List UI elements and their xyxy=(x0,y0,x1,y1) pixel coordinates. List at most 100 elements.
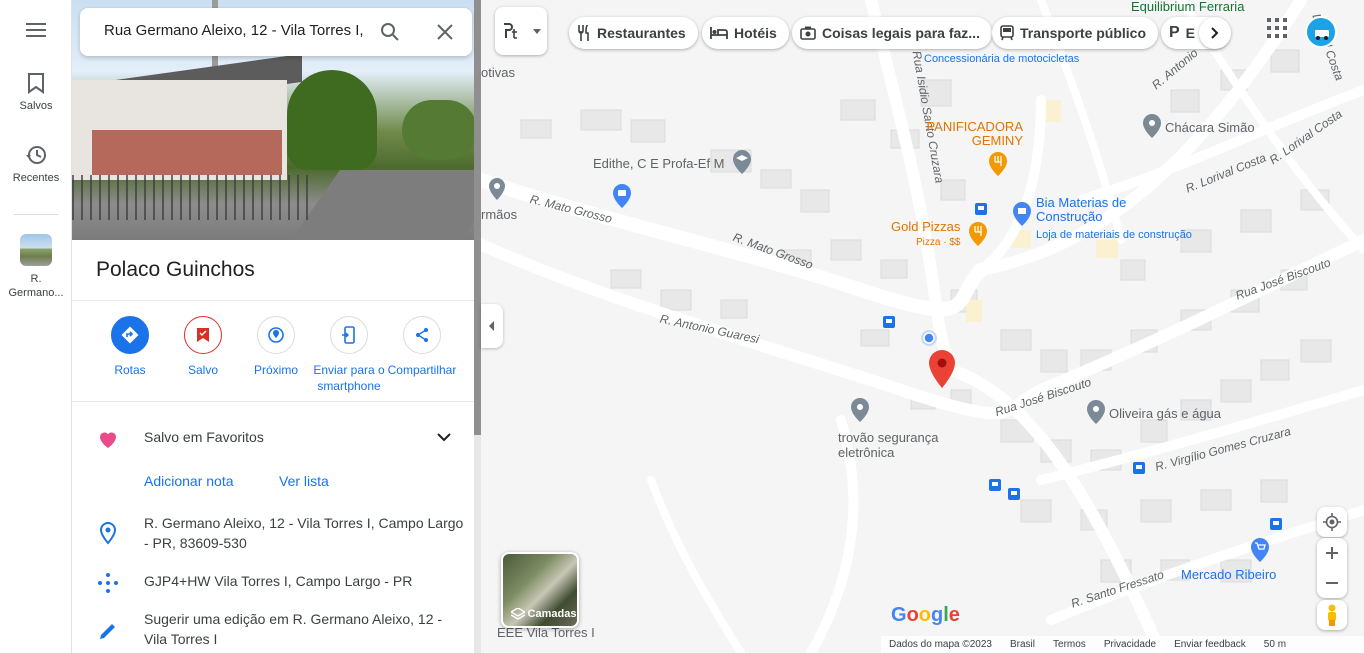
poi-pin-icon[interactable] xyxy=(851,398,869,422)
bus-stop-icon[interactable] xyxy=(975,203,987,215)
restaurant-pin-icon[interactable] xyxy=(969,222,987,246)
zoom-in-icon[interactable] xyxy=(1325,546,1339,560)
poi-pin-icon[interactable] xyxy=(1087,400,1105,424)
chip-restaurants[interactable]: Restaurantes xyxy=(569,17,698,49)
close-icon[interactable] xyxy=(433,20,457,44)
divider xyxy=(72,401,474,402)
poi-trovao[interactable]: trovão segurança eletrônica xyxy=(838,430,958,460)
chip-hotels[interactable]: Hotéis xyxy=(702,17,789,49)
chip-transit[interactable]: Transporte público xyxy=(992,17,1159,49)
search-input[interactable] xyxy=(104,22,364,39)
address-text: R. Germano Aleixo, 12 - Vila Torres I, C… xyxy=(144,515,464,551)
poi-mercado[interactable]: Mercado Ribeiro xyxy=(1181,568,1276,582)
nearby-button[interactable]: Próximo xyxy=(238,316,314,378)
shop-pin-icon[interactable] xyxy=(1013,202,1031,226)
grocery-pin-icon[interactable] xyxy=(1251,538,1269,562)
poi-bia[interactable]: Bia Materias de Construção xyxy=(1036,196,1156,224)
bus-stop-icon[interactable] xyxy=(989,479,1001,491)
location-pin-icon xyxy=(99,521,117,545)
poi-pin-icon[interactable] xyxy=(489,178,505,200)
poi-fragment: otivas xyxy=(481,65,515,80)
share-icon xyxy=(416,328,428,342)
terms-link[interactable]: Termos xyxy=(1053,639,1086,650)
poi-edithe[interactable]: Edithe, C E Profa-Ef M xyxy=(593,157,725,171)
send-to-phone-button[interactable]: Enviar para o smartphone xyxy=(311,316,387,394)
left-rail: Salvos Recentes R. Germano... xyxy=(0,0,72,653)
privacy-link[interactable]: Privacidade xyxy=(1104,639,1156,650)
layers-button[interactable]: Camadas xyxy=(501,552,579,628)
chips-next-button[interactable] xyxy=(1199,17,1231,49)
poi-fragment: rmãos xyxy=(481,207,518,222)
bus-stop-icon[interactable] xyxy=(883,316,895,328)
view-list-link[interactable]: Ver lista xyxy=(279,473,329,489)
map-mode-button[interactable] xyxy=(495,7,547,55)
share-label: Compartilhar xyxy=(387,363,457,377)
add-note-link[interactable]: Adicionar nota xyxy=(144,473,234,489)
google-logo: Google xyxy=(891,604,960,626)
avatar[interactable] xyxy=(1305,16,1337,48)
school-pin-icon[interactable] xyxy=(733,150,751,174)
nearby-icon xyxy=(268,327,284,343)
poi-pin-icon[interactable] xyxy=(1143,114,1161,138)
save-label: Salvo xyxy=(187,363,219,377)
poi-panificadora[interactable]: PANIFICADORA GEMINY xyxy=(911,120,1023,148)
search-icon[interactable] xyxy=(378,20,402,44)
directions-icon xyxy=(121,326,139,344)
scale-label[interactable]: 50 m xyxy=(1264,639,1286,650)
selected-place-pin-icon[interactable] xyxy=(929,350,955,388)
bookmark-filled-icon xyxy=(197,328,209,342)
phone-icon xyxy=(342,326,355,344)
menu-icon xyxy=(26,23,46,37)
poi-oliveira[interactable]: Oliveira gás e água xyxy=(1109,407,1221,421)
recent-label: Recentes xyxy=(12,172,60,184)
poi-equilibrium[interactable]: Equilibrium Ferraria xyxy=(1131,0,1244,14)
chip-things-to-do[interactable]: Coisas legais para faz... xyxy=(792,17,992,49)
recent-place-thumbnail xyxy=(20,234,52,266)
recent-place-item[interactable]: R. Germano... xyxy=(0,234,72,300)
recent-button[interactable]: Recentes xyxy=(0,144,72,184)
parking-icon: P xyxy=(1169,24,1180,41)
chip-label: Transporte público xyxy=(1020,25,1147,41)
heart-icon xyxy=(100,432,116,448)
my-location-button[interactable] xyxy=(1317,507,1347,537)
poi-gold-pizzas[interactable]: Gold Pizzas xyxy=(891,220,960,234)
saved-list-label: Salvo em Favoritos xyxy=(144,429,264,445)
bus-stop-icon[interactable] xyxy=(1008,488,1020,500)
train-icon xyxy=(1000,25,1014,41)
poi-eee[interactable]: EEE Vila Torres I xyxy=(497,626,595,640)
region-link[interactable]: Brasil xyxy=(1010,639,1035,650)
restaurant-pin-icon[interactable] xyxy=(989,152,1007,176)
save-button[interactable]: Salvo xyxy=(165,316,241,378)
transit-mode-icon xyxy=(504,23,517,39)
share-button[interactable]: Compartilhar xyxy=(384,316,460,378)
chevron-right-icon xyxy=(1211,27,1219,39)
poi-moto-category: Concessionária de motocicletas xyxy=(924,53,1080,65)
chip-label: Restaurantes xyxy=(597,25,686,41)
saved-button[interactable]: Salvos xyxy=(0,72,72,112)
menu-button[interactable] xyxy=(0,22,72,44)
map-footer: Dados do mapa ©2023 Brasil Termos Privac… xyxy=(881,636,1364,653)
bed-icon xyxy=(710,27,728,39)
nearby-label: Próximo xyxy=(253,363,298,377)
directions-button[interactable]: Rotas xyxy=(92,316,168,378)
bus-stop-icon[interactable] xyxy=(1270,518,1282,530)
restaurant-icon xyxy=(578,25,589,41)
bus-stop-icon[interactable] xyxy=(1133,462,1145,474)
zoom-out-icon[interactable] xyxy=(1325,576,1339,590)
plus-code-icon xyxy=(98,573,118,593)
map-canvas[interactable]: R. Mato Grosso R. Mato Grosso R. Antonio… xyxy=(481,0,1364,653)
poi-bia-sub: Loja de materiais de construção xyxy=(1036,229,1192,241)
feedback-link[interactable]: Enviar feedback xyxy=(1174,639,1246,650)
chip-label: Coisas legais para faz... xyxy=(822,25,980,41)
history-icon xyxy=(26,146,46,164)
shopping-pin-icon[interactable] xyxy=(613,184,631,208)
apps-grid-icon[interactable] xyxy=(1267,18,1287,38)
chevron-down-icon[interactable] xyxy=(436,431,452,443)
pegman-button[interactable] xyxy=(1317,600,1347,630)
poi-chacara[interactable]: Chácara Simão xyxy=(1165,121,1255,135)
saved-label: Salvos xyxy=(19,100,53,112)
collapse-panel-button[interactable] xyxy=(481,304,503,348)
panel-scrollbar-thumb[interactable] xyxy=(474,0,481,435)
search-box xyxy=(80,8,472,56)
current-location-dot xyxy=(921,330,937,346)
